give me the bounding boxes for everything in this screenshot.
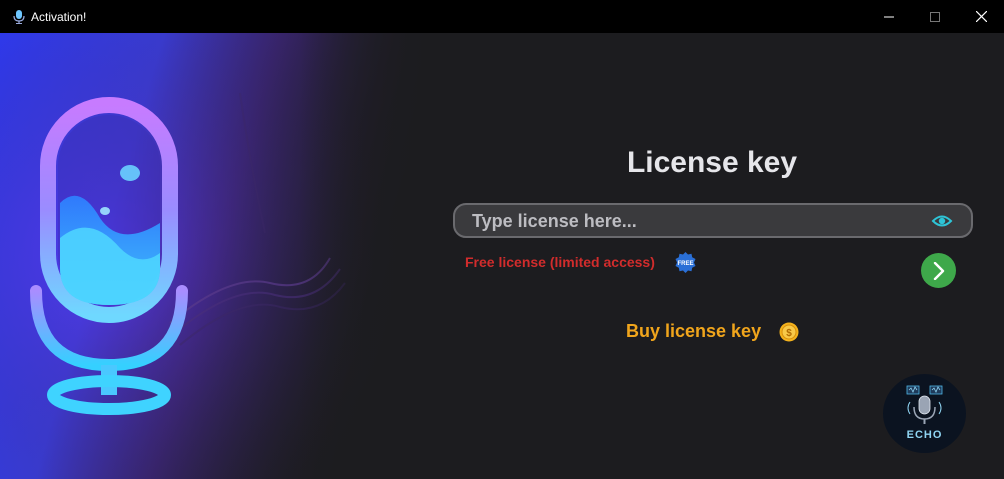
- coin-icon: $: [779, 322, 799, 342]
- license-input[interactable]: [470, 205, 914, 238]
- eye-icon[interactable]: [931, 211, 953, 231]
- microphone-illustration: [0, 33, 430, 479]
- close-button[interactable]: [958, 0, 1004, 33]
- activation-window: Activation! License key Type license her…: [0, 0, 1004, 479]
- chevron-right-icon: [933, 261, 944, 280]
- page-title: License key: [626, 146, 798, 179]
- free-badge-icon: FREE: [675, 252, 696, 273]
- maximize-button[interactable]: [912, 0, 958, 33]
- free-badge-text: FREE: [677, 261, 693, 267]
- minimize-button[interactable]: [866, 0, 912, 33]
- microphone-icon: [13, 9, 25, 24]
- license-field: [453, 203, 973, 238]
- logo-microphone-icon: [906, 385, 943, 424]
- title-bar[interactable]: Activation!: [0, 0, 1004, 33]
- maximize-icon: [930, 11, 940, 22]
- free-license-link[interactable]: Free license (limited access): [465, 254, 655, 270]
- buy-license-link[interactable]: Buy license key: [626, 321, 761, 342]
- close-icon: [975, 11, 987, 22]
- window-title: Activation!: [31, 9, 87, 24]
- submit-license-button[interactable]: [921, 253, 956, 288]
- logo-text: ECHO: [906, 429, 943, 441]
- echo-logo: ECHO: [883, 374, 966, 453]
- minimize-icon: [884, 16, 894, 17]
- coin-symbol: $: [786, 328, 792, 339]
